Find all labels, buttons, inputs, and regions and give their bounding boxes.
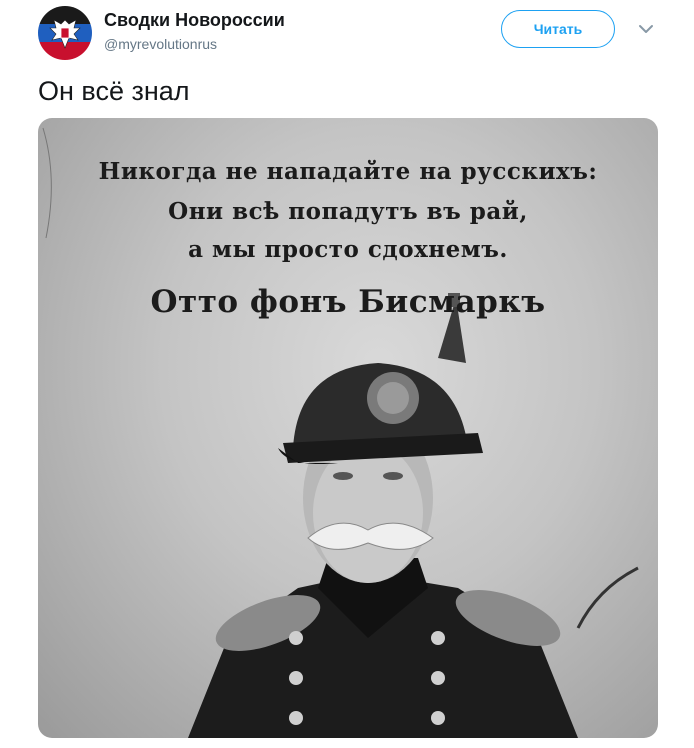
chevron-down-icon[interactable] [635,18,657,40]
tweet-text: Он всё знал [38,76,190,106]
follow-button[interactable]: Читать [501,10,615,48]
tweet-header: Сводки Новороссии @myrevolutionrus Читат… [0,0,694,70]
double-headed-eagle-flag-icon [38,6,92,60]
quote-line-1: Никогда не нападайте на русскихъ: [98,158,598,185]
avatar[interactable] [38,6,92,60]
tweet-media-image[interactable]: Никогда не нападайте на русскихъ: Они вс… [38,118,658,738]
quote-attribution: Отто фонъ Бисмаркъ [150,284,546,320]
quote-line-2: Они всѣ попадутъ въ рай, [168,198,528,225]
account-handle[interactable]: @myrevolutionrus [104,36,217,52]
quote-line-3: а мы просто сдохнемъ. [188,236,508,263]
account-name[interactable]: Сводки Новороссии [104,10,285,31]
